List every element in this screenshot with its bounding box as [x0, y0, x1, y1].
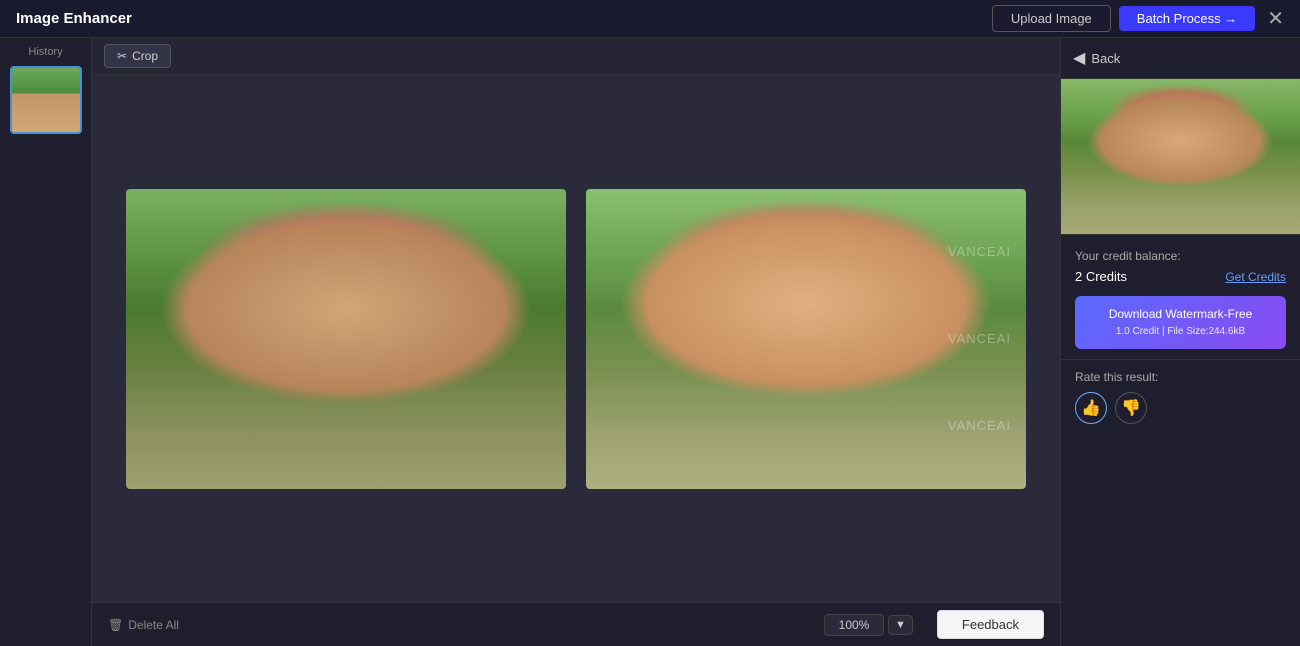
- crop-icon: ✂: [117, 49, 127, 63]
- credit-value: 2 Credits: [1075, 269, 1127, 284]
- zoom-dropdown-button[interactable]: ▼: [888, 615, 913, 635]
- credit-balance-label: Your credit balance:: [1075, 249, 1286, 263]
- credit-section: Your credit balance: 2 Credits Get Credi…: [1061, 234, 1300, 359]
- history-thumb-image: [12, 68, 80, 132]
- watermark-overlay: VANCEAI VANCEAI VANCEAI: [586, 189, 1026, 489]
- thumbs-down-button[interactable]: 👎: [1115, 392, 1147, 424]
- right-panel: ◀ Back Your credit balance: 2 Credits Ge…: [1060, 38, 1300, 646]
- download-button[interactable]: Download Watermark-Free 1.0 Credit | Fil…: [1075, 296, 1286, 349]
- history-sidebar: History: [0, 38, 92, 646]
- result-preview-image: [1061, 79, 1300, 234]
- right-panel-header: ◀ Back: [1061, 38, 1300, 79]
- enhanced-image: VANCEAI VANCEAI VANCEAI: [586, 189, 1026, 489]
- back-label[interactable]: Back: [1091, 51, 1120, 66]
- history-thumbnail[interactable]: [10, 66, 82, 134]
- app-title: Image Enhancer: [16, 10, 992, 27]
- back-button-icon[interactable]: ◀: [1073, 48, 1085, 68]
- watermark-text-2: VANCEAI: [948, 331, 1011, 346]
- delete-all-button[interactable]: 🗑 Delete All: [108, 618, 179, 632]
- rate-section: Rate this result: 👍 👎: [1061, 359, 1300, 434]
- close-button[interactable]: ✕: [1267, 9, 1284, 29]
- image-comparison-area: VANCEAI VANCEAI VANCEAI: [92, 75, 1060, 602]
- canvas-toolbar: ✂ Crop: [92, 38, 1060, 75]
- main-content: History ✂ Crop VANCEAI VANCEAI VA: [0, 38, 1300, 646]
- rate-label: Rate this result:: [1075, 370, 1286, 384]
- thumbs-up-button[interactable]: 👍: [1075, 392, 1107, 424]
- batch-process-button[interactable]: Batch Process →: [1119, 6, 1255, 31]
- upload-image-button[interactable]: Upload Image: [992, 5, 1111, 32]
- enhanced-image-wrapper: VANCEAI VANCEAI VANCEAI: [586, 189, 1026, 489]
- get-credits-link[interactable]: Get Credits: [1225, 270, 1286, 284]
- crop-button[interactable]: ✂ Crop: [104, 44, 171, 68]
- crop-label: Crop: [132, 49, 158, 63]
- download-sub-label: 1.0 Credit | File Size:244.6kB: [1089, 325, 1272, 339]
- zoom-value: 100%: [824, 614, 884, 636]
- zoom-control: 100% ▼: [824, 614, 913, 636]
- bottom-bar: 🗑 Delete All 100% ▼ Feedback: [92, 602, 1060, 646]
- canvas-area: ✂ Crop VANCEAI VANCEAI VANCEAI: [92, 38, 1060, 646]
- delete-all-label: Delete All: [128, 618, 179, 632]
- feedback-button[interactable]: Feedback: [937, 610, 1044, 639]
- rate-buttons: 👍 👎: [1075, 392, 1286, 424]
- credit-row: 2 Credits Get Credits: [1075, 269, 1286, 284]
- app-header: Image Enhancer Upload Image Batch Proces…: [0, 0, 1300, 38]
- download-label: Download Watermark-Free: [1089, 306, 1272, 323]
- watermark-text-3: VANCEAI: [948, 418, 1011, 433]
- original-image-wrapper: [126, 189, 566, 489]
- original-image: [126, 189, 566, 489]
- delete-icon: 🗑: [108, 618, 123, 632]
- watermark-text-1: VANCEAI: [948, 244, 1011, 259]
- history-label: History: [0, 46, 91, 58]
